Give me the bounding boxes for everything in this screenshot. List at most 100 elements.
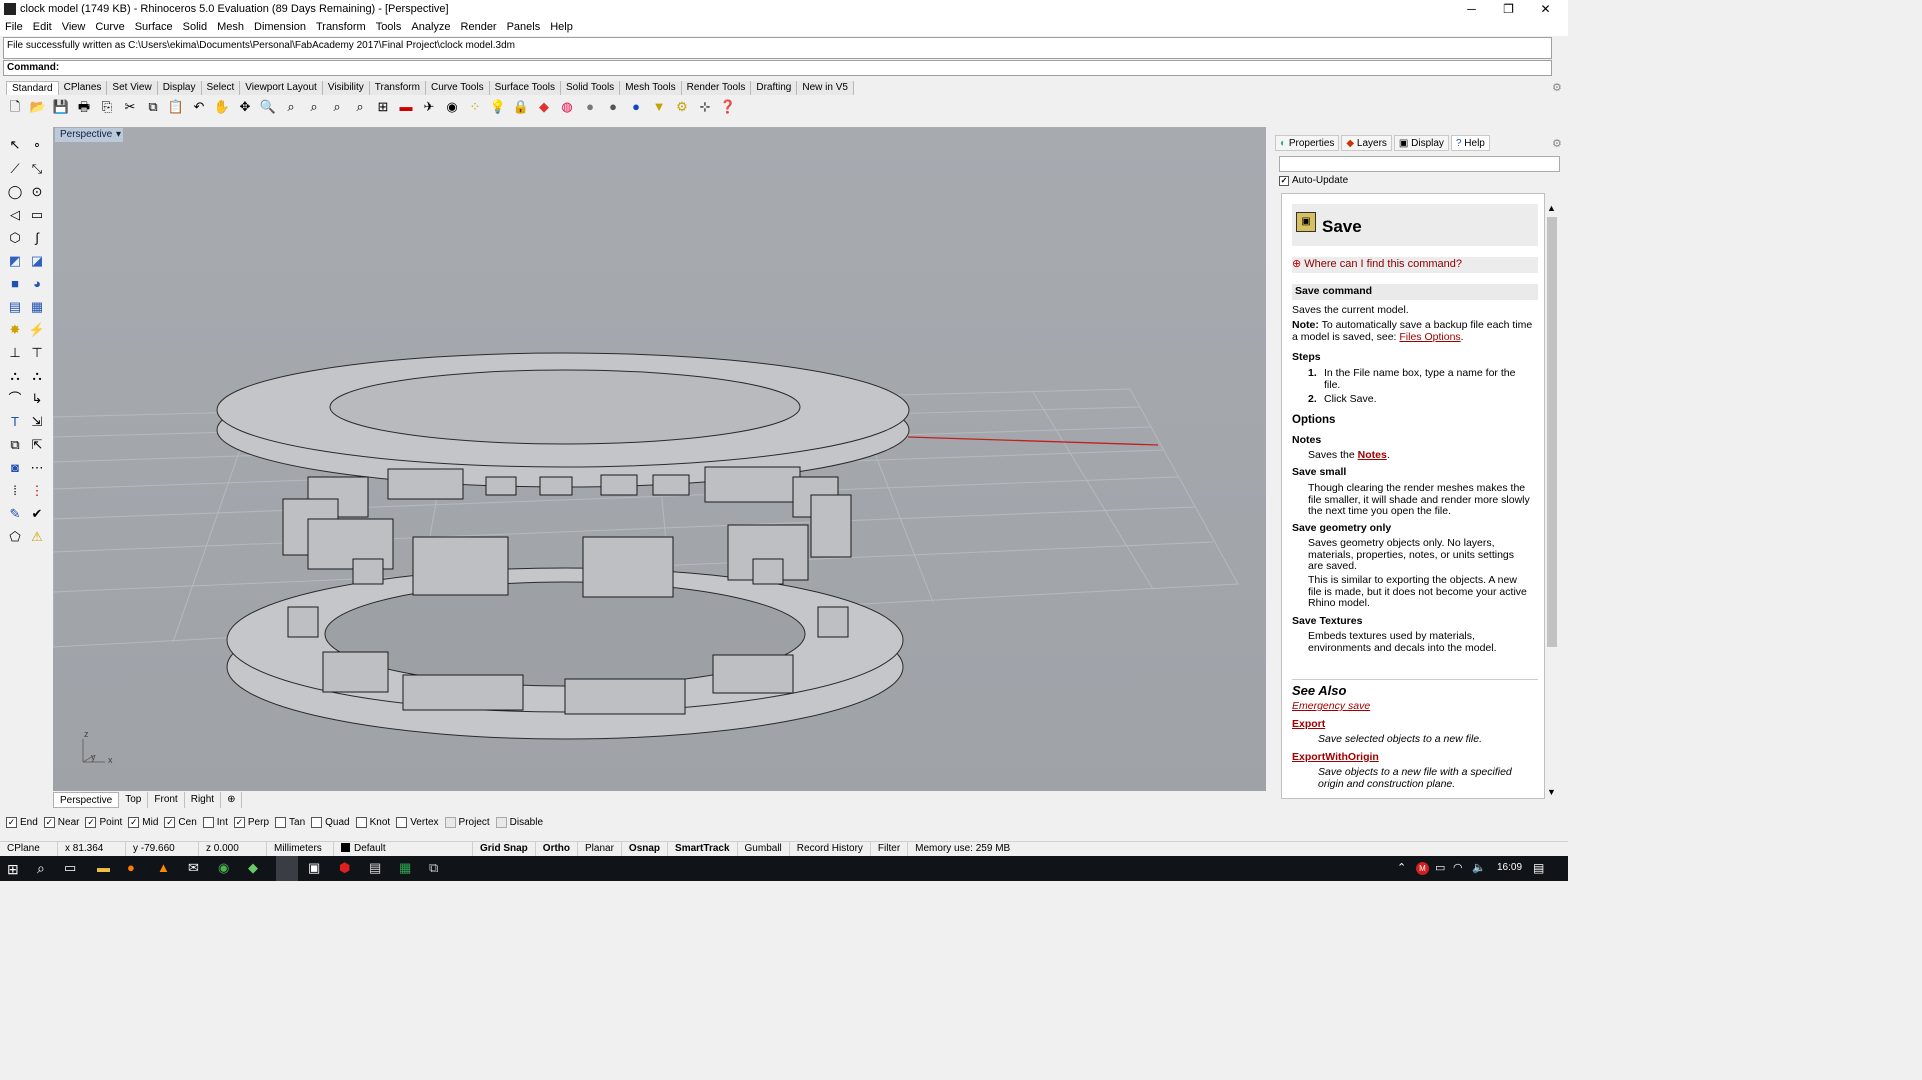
status-grid-snap[interactable]: Grid Snap [473, 842, 536, 856]
osnap-quad[interactable]: Quad [311, 815, 350, 829]
menu-file[interactable]: File [0, 19, 28, 35]
volume-icon[interactable]: 🔈 [1472, 861, 1486, 874]
tab-render-tools[interactable]: Render Tools [681, 81, 752, 95]
select-arrow-icon[interactable]: ↖ [5, 135, 25, 155]
check-icon[interactable]: ✔ [27, 504, 47, 524]
excel-icon[interactable]: ▦ [399, 860, 411, 876]
export-with-origin-link[interactable]: ExportWithOrigin [1292, 751, 1538, 764]
ellipse-icon[interactable]: ⊙ [27, 182, 47, 202]
open-icon[interactable]: 📂 [28, 97, 48, 117]
status-filter[interactable]: Filter [871, 842, 909, 856]
auto-update-toggle[interactable]: ✓ Auto-Update [1279, 175, 1348, 186]
status-cplane[interactable]: CPlane [0, 842, 58, 856]
box-icon[interactable]: ■ [5, 274, 25, 294]
status-units[interactable]: Millimeters [267, 842, 334, 856]
grid-options-icon[interactable]: ⊹ [695, 97, 715, 117]
tab-new-in-v5[interactable]: New in V5 [797, 81, 854, 95]
scroll-down-icon[interactable]: ▼ [1547, 787, 1556, 797]
osnap-disable[interactable]: Disable [495, 815, 543, 829]
status-smarttrack[interactable]: SmartTrack [668, 842, 738, 856]
polyline-icon[interactable]: ⟋ [5, 159, 25, 179]
panel-gear-icon[interactable]: ⚙ [1552, 137, 1562, 150]
move-icon[interactable]: ⧉ [5, 435, 25, 455]
chamfer-icon[interactable]: ↳ [27, 389, 47, 409]
surface-extrude-icon[interactable]: ◪ [27, 251, 47, 271]
app-icon[interactable]: ◆ [248, 860, 258, 876]
menu-solid[interactable]: Solid [178, 19, 212, 35]
task-view-icon[interactable]: ▭ [64, 860, 76, 876]
mail-icon[interactable]: ✉ [188, 860, 199, 876]
zoom-icon[interactable]: 🔍 [258, 97, 278, 117]
command-history[interactable]: File successfully written as C:\Users\ek… [3, 37, 1552, 59]
copy-icon[interactable]: ⧉ [143, 97, 163, 117]
viewtab-front[interactable]: Front [148, 792, 185, 808]
file-explorer-icon[interactable]: ▬ [97, 860, 110, 875]
object-properties-icon[interactable]: ⬠ [5, 527, 25, 547]
boolean-icon[interactable]: ◕ [27, 274, 47, 294]
group-icon[interactable]: ⛬ [5, 366, 25, 386]
freeform-icon[interactable]: ∫ [27, 228, 47, 248]
export-link[interactable]: Export [1292, 718, 1538, 731]
tab-visibility[interactable]: Visibility [322, 81, 370, 95]
toolbar-gear-icon[interactable]: ⚙ [1552, 81, 1562, 94]
menu-help[interactable]: Help [545, 19, 578, 35]
status-ortho[interactable]: Ortho [536, 842, 579, 856]
viewtab-top[interactable]: Top [119, 792, 149, 808]
tab-surface-tools[interactable]: Surface Tools [489, 81, 561, 95]
osnap-int[interactable]: Int [202, 815, 228, 829]
menu-analyze[interactable]: Analyze [406, 19, 455, 35]
osnap-vertex[interactable]: Vertex [396, 815, 439, 829]
help-search-input[interactable] [1279, 156, 1560, 172]
tab-cplanes[interactable]: CPlanes [58, 81, 108, 95]
start-icon[interactable]: ⊞ [7, 861, 19, 878]
tab-display[interactable]: Display [157, 81, 202, 95]
undo-icon[interactable]: ↶ [189, 97, 209, 117]
panel-tab-display[interactable]: ▣ Display [1393, 135, 1449, 151]
zoom-window-icon[interactable]: ⌕ [281, 97, 301, 117]
new-icon[interactable]: 🗋 [5, 97, 25, 117]
osnap-knot[interactable]: Knot [355, 815, 390, 829]
help-content[interactable]: ▣ Save ⊕ Where can I find this command? … [1281, 193, 1545, 799]
tab-select[interactable]: Select [201, 81, 241, 95]
firefox-icon[interactable]: ● [127, 860, 135, 875]
wifi-icon[interactable]: ◠ [1453, 861, 1463, 874]
point-icon[interactable]: ∘ [27, 135, 47, 155]
osnap-point[interactable]: ✓ Point [85, 815, 122, 829]
solid-edit-icon[interactable]: ◙ [5, 458, 25, 478]
tab-transform[interactable]: Transform [369, 81, 426, 95]
status-record-history[interactable]: Record History [790, 842, 871, 856]
menu-panels[interactable]: Panels [502, 19, 546, 35]
print-icon[interactable]: 🖶 [74, 97, 94, 117]
osnap-near[interactable]: ✓ Near [43, 815, 79, 829]
curve-icon[interactable]: ⤡ [27, 159, 47, 179]
trim-icon[interactable]: ⚡ [27, 320, 47, 340]
viewtab-perspective[interactable]: Perspective [53, 792, 120, 808]
clock[interactable]: 16:09 [1497, 862, 1522, 873]
help-icon[interactable]: ❓ [718, 97, 738, 117]
join-icon[interactable]: ⊤ [27, 343, 47, 363]
settings-icon[interactable]: ⚙ [672, 97, 692, 117]
chrome-icon[interactable]: ◉ [218, 860, 229, 876]
fillet-icon[interactable]: ⌒ [5, 389, 25, 409]
zoom-all-icon[interactable]: ⌕ [350, 97, 370, 117]
light-icon[interactable]: 💡 [488, 97, 508, 117]
rotate-view-icon[interactable]: ✥ [235, 97, 255, 117]
restore-button[interactable]: ❐ [1490, 0, 1527, 19]
menu-transform[interactable]: Transform [311, 19, 371, 35]
array-icon[interactable]: ⁞ [5, 481, 25, 501]
render-icon[interactable]: ✎ [5, 504, 25, 524]
rhino-task-icon[interactable] [276, 856, 298, 881]
close-button[interactable]: ✕ [1527, 0, 1564, 19]
tab-solid-tools[interactable]: Solid Tools [561, 81, 621, 95]
tab-set-view[interactable]: Set View [107, 81, 158, 95]
minimize-button[interactable]: ─ [1453, 0, 1490, 19]
tab-mesh-tools[interactable]: Mesh Tools [620, 81, 682, 95]
zoom-selected-icon[interactable]: ⌕ [327, 97, 347, 117]
camera-icon[interactable]: ◉ [442, 97, 462, 117]
battery-icon[interactable]: ▭ [1435, 861, 1445, 874]
paste-icon[interactable]: 📋 [166, 97, 186, 117]
status-planar[interactable]: Planar [578, 842, 622, 856]
four-viewports-icon[interactable]: ⊞ [373, 97, 393, 117]
polygon-icon[interactable]: ⬡ [5, 228, 25, 248]
scroll-up-icon[interactable]: ▲ [1547, 203, 1556, 213]
